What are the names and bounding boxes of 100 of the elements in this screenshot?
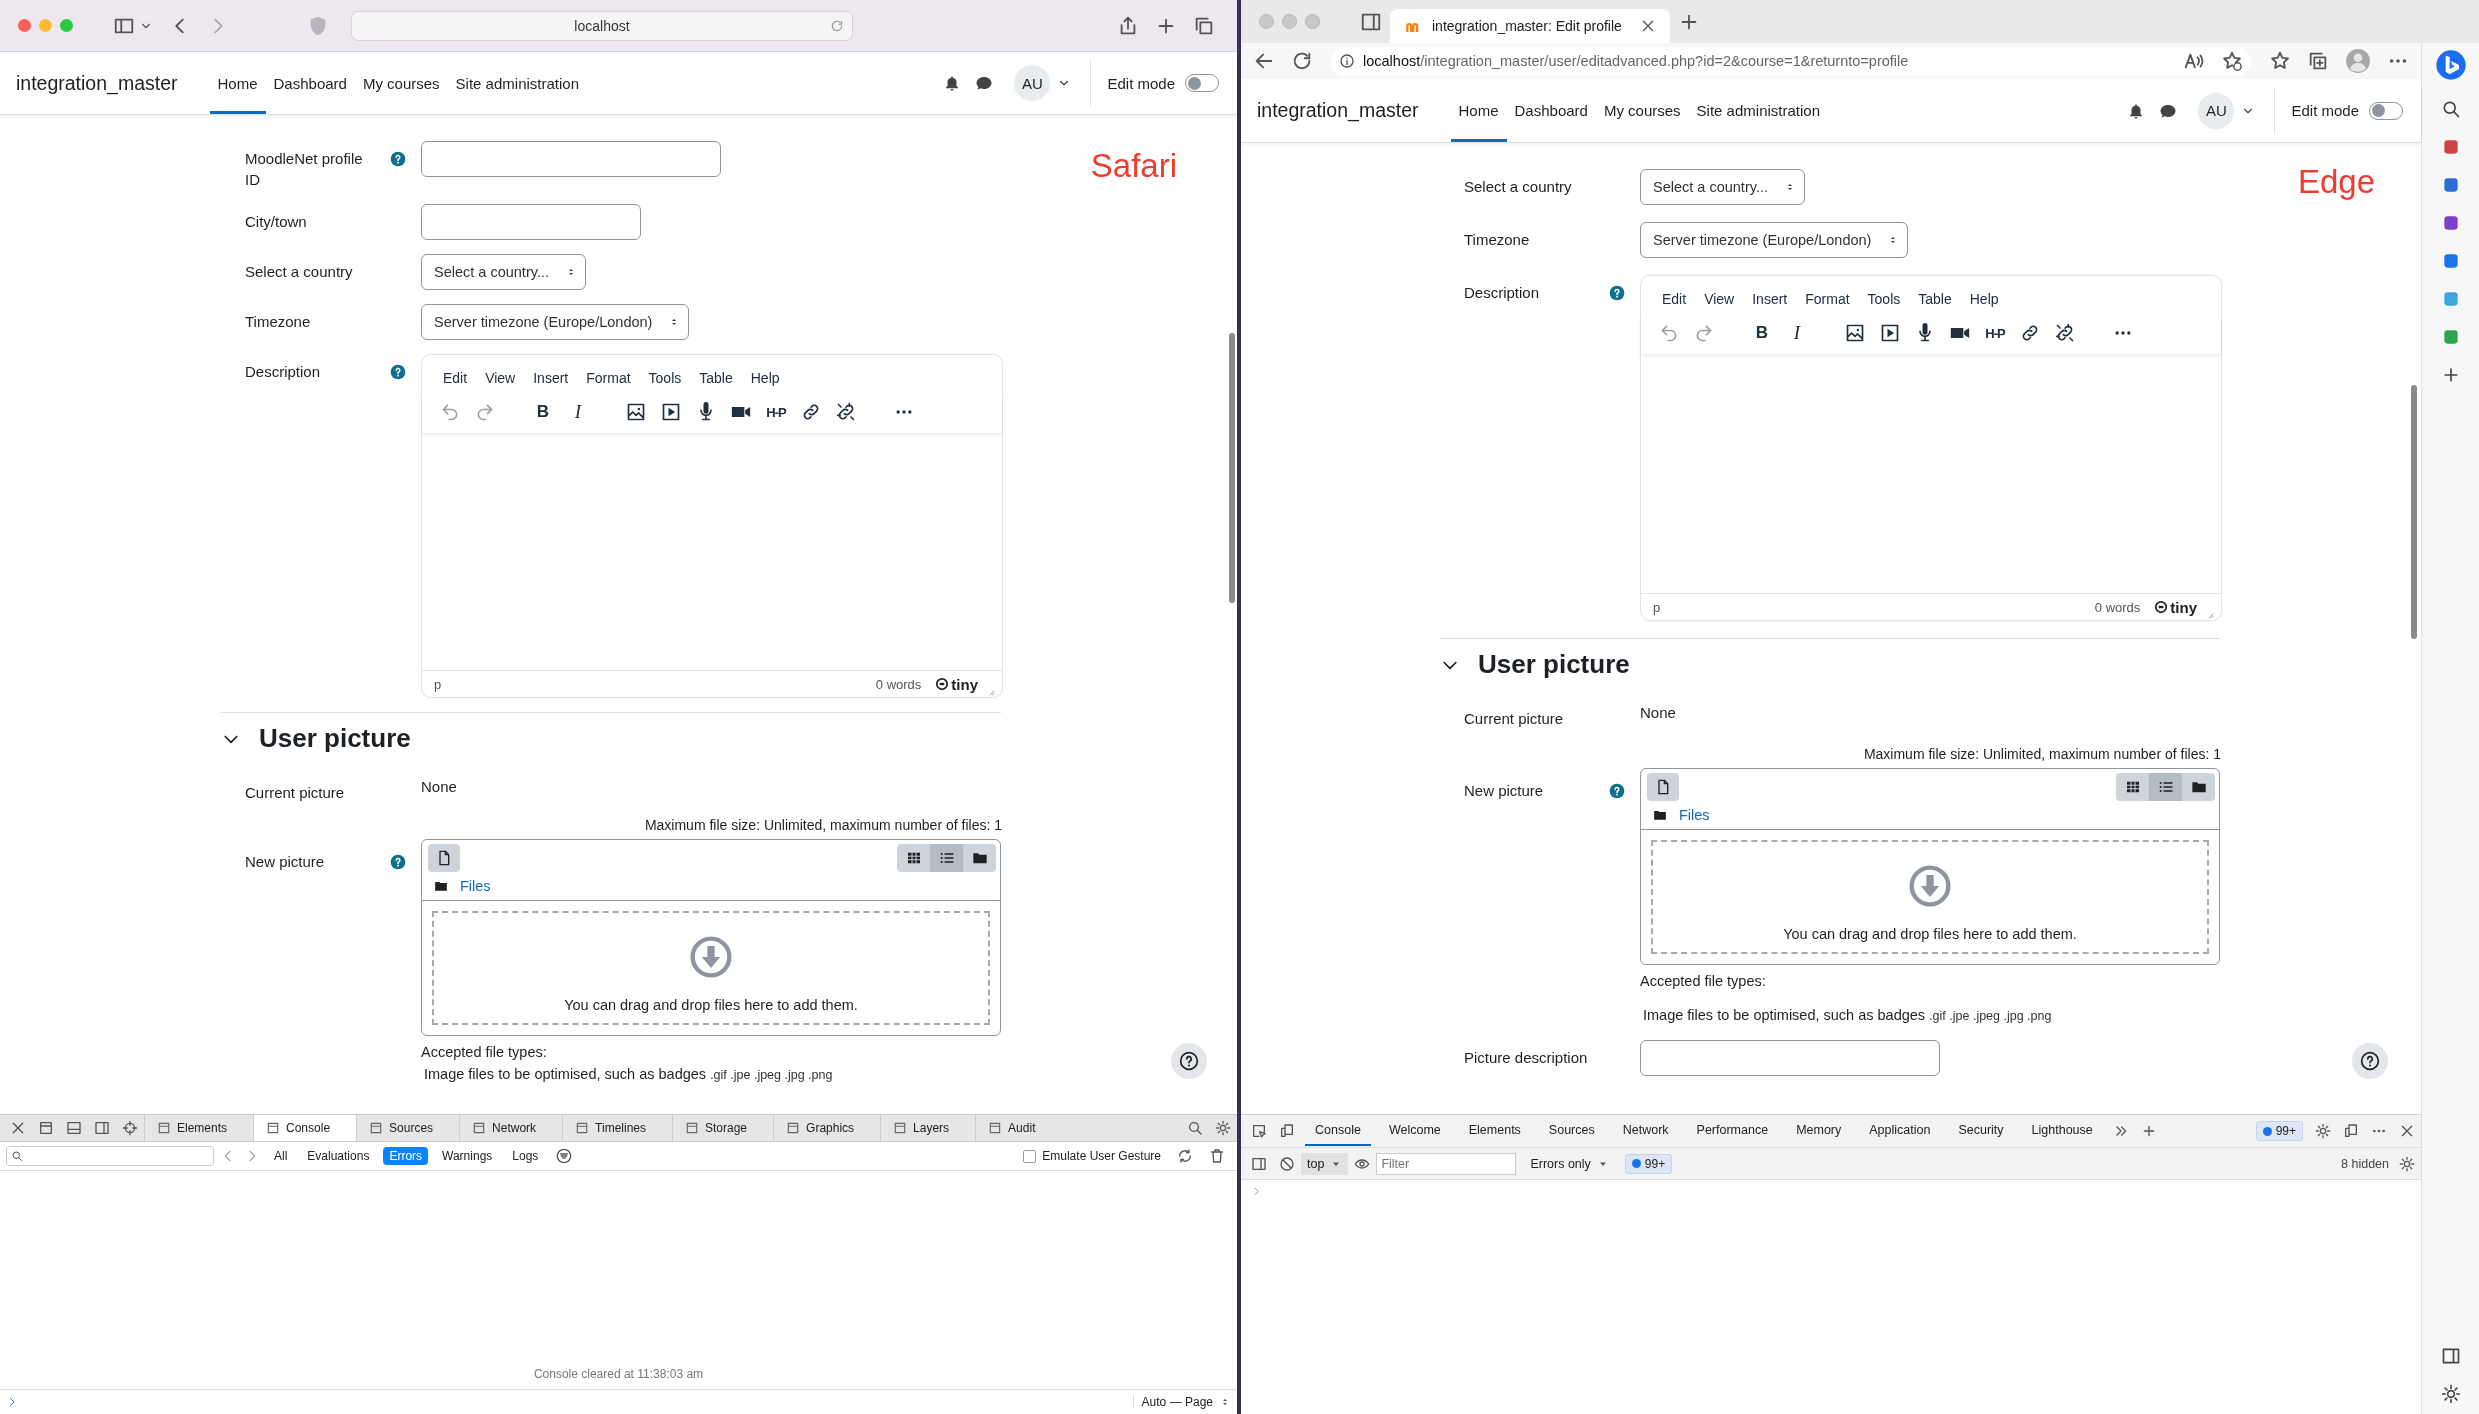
- editor-menu-item[interactable]: Insert: [526, 367, 576, 389]
- element-path[interactable]: p: [1653, 599, 1661, 615]
- help-icon[interactable]: [390, 854, 406, 870]
- text-input[interactable]: [1640, 1040, 1940, 1076]
- filter-field[interactable]: Filter: [1376, 1152, 1517, 1175]
- level-filter-button[interactable]: Warnings: [436, 1147, 499, 1165]
- help-icon[interactable]: [390, 151, 406, 167]
- image-icon[interactable]: [1845, 323, 1865, 343]
- dock-icon[interactable]: [94, 1120, 110, 1136]
- sidebar-icon[interactable]: [2440, 1346, 2461, 1366]
- drop-zone[interactable]: You can drag and drop files here to add them.: [1651, 840, 2209, 954]
- help-icon[interactable]: [390, 364, 406, 380]
- assistant-icon[interactable]: [2434, 49, 2467, 81]
- user-avatar[interactable]: AU: [2198, 92, 2235, 129]
- close-icon[interactable]: [2399, 1123, 2415, 1139]
- info-icon[interactable]: [1339, 53, 1355, 69]
- devtools-tab[interactable]: Lighthouse: [2021, 1116, 2103, 1146]
- editor-menu-item[interactable]: Edit: [436, 367, 475, 389]
- folder-link[interactable]: Files: [1679, 807, 1710, 823]
- address-bar[interactable]: localhost: [351, 10, 853, 41]
- devtools-tab[interactable]: Network: [459, 1115, 563, 1141]
- help-icon[interactable]: [1609, 783, 1625, 799]
- h5p-button[interactable]: H-P: [1985, 325, 2005, 341]
- trash-icon[interactable]: [1209, 1148, 1225, 1164]
- nav-link[interactable]: Dashboard: [1506, 79, 1596, 142]
- level-filter-button[interactable]: Evaluations: [301, 1147, 376, 1165]
- devtools-tab[interactable]: Storage: [672, 1115, 774, 1141]
- brand-logo[interactable]: tiny: [2154, 598, 2197, 616]
- help-button[interactable]: [2352, 1043, 2388, 1079]
- level-filter-button[interactable]: Logs: [506, 1147, 545, 1165]
- site-name[interactable]: integration_master: [1257, 99, 1419, 122]
- issues-badge[interactable]: 99+: [2255, 1121, 2303, 1141]
- editor-menu-item[interactable]: View: [1697, 288, 1742, 310]
- select-dropdown[interactable]: Server timezone (Europe/London): [421, 304, 690, 340]
- nav-link[interactable]: My courses: [1595, 79, 1689, 142]
- editor-menu-item[interactable]: Insert: [1745, 288, 1795, 310]
- text-input[interactable]: [421, 141, 721, 177]
- scrollbar-thumb[interactable]: [1229, 333, 1235, 603]
- editor-menu-item[interactable]: Help: [743, 367, 787, 389]
- checkbox[interactable]: [1023, 1149, 1037, 1163]
- undo-icon[interactable]: [1659, 323, 1679, 343]
- italic-button[interactable]: I: [568, 401, 588, 423]
- redo-icon[interactable]: [1694, 323, 1714, 343]
- undo-icon[interactable]: [440, 402, 460, 422]
- filter-icon[interactable]: [556, 1148, 573, 1164]
- devtools-tab[interactable]: Timelines: [562, 1115, 672, 1141]
- folder-link[interactable]: Files: [460, 878, 491, 894]
- editor-menu-item[interactable]: Tools: [641, 367, 689, 389]
- devtools-tab[interactable]: Memory: [1786, 1116, 1852, 1146]
- add-file-button[interactable]: [428, 844, 460, 872]
- editor-menu-item[interactable]: Table: [692, 367, 740, 389]
- link-icon[interactable]: [2020, 323, 2040, 343]
- editor-menu-item[interactable]: Tools: [1860, 288, 1908, 310]
- devtools-tab[interactable]: Sources: [356, 1115, 460, 1141]
- user-avatar[interactable]: AU: [1014, 65, 1051, 101]
- devtools-tab[interactable]: Welcome: [1378, 1116, 1451, 1146]
- dock-icon[interactable]: [38, 1120, 54, 1136]
- nav-link[interactable]: Home: [209, 52, 266, 114]
- nav-link[interactable]: Dashboard: [265, 52, 355, 114]
- element-path[interactable]: p: [434, 676, 442, 692]
- devtools-tab[interactable]: Console: [1305, 1116, 1371, 1146]
- link-icon[interactable]: [801, 402, 821, 422]
- select-dropdown[interactable]: Select a country...: [421, 254, 586, 290]
- crosshair-icon[interactable]: [122, 1120, 138, 1136]
- nav-link[interactable]: Home: [1450, 79, 1507, 142]
- nav-link[interactable]: Site administration: [447, 52, 587, 114]
- devtools-tab[interactable]: Console: [253, 1115, 357, 1141]
- help-icon[interactable]: [1609, 285, 1625, 301]
- search-icon[interactable]: [1187, 1120, 1203, 1136]
- play-icon[interactable]: [661, 402, 681, 422]
- reload-icon[interactable]: [1291, 50, 1313, 72]
- add-file-button[interactable]: [1647, 773, 1679, 801]
- close-icon[interactable]: [10, 1120, 26, 1136]
- italic-button[interactable]: I: [1787, 322, 1807, 344]
- collections-icon[interactable]: [2307, 50, 2329, 72]
- editor-menu-item[interactable]: Table: [1911, 288, 1959, 310]
- settings-icon[interactable]: [2399, 1155, 2415, 1172]
- context-dropdown[interactable]: top: [1301, 1152, 1349, 1175]
- nav-link[interactable]: Site administration: [1688, 79, 1828, 142]
- address-bar[interactable]: localhost/integration_master/user/editadvanced.php?id=2&course=1&returnto=profile: [1331, 46, 2251, 76]
- dock-icon[interactable]: [2343, 1123, 2359, 1139]
- settings-icon[interactable]: [1215, 1120, 1231, 1136]
- settings-icon[interactable]: [2440, 1384, 2461, 1404]
- clear-console-icon[interactable]: [1279, 1155, 1295, 1172]
- devtools-tab[interactable]: Performance: [1686, 1116, 1779, 1146]
- site-name[interactable]: integration_master: [16, 71, 178, 95]
- editor-menu-item[interactable]: Format: [579, 367, 638, 389]
- log-level-dropdown[interactable]: Errors only: [1530, 1156, 1609, 1171]
- filter-field[interactable]: [6, 1146, 214, 1166]
- sidebar-icon[interactable]: [1251, 1155, 1267, 1172]
- scrollbar-thumb[interactable]: [2411, 385, 2417, 639]
- devtools-tab[interactable]: Audit: [975, 1115, 1062, 1141]
- unlink-icon[interactable]: [2055, 323, 2075, 343]
- favorites-icon[interactable]: [2269, 50, 2291, 72]
- brand-logo[interactable]: tiny: [935, 675, 978, 693]
- level-filter-button[interactable]: Errors: [383, 1147, 429, 1165]
- device-icon[interactable]: [1279, 1123, 1295, 1139]
- select-dropdown[interactable]: Server timezone (Europe/London): [1640, 222, 1909, 258]
- devtools-tab[interactable]: Layers: [880, 1115, 976, 1141]
- settings-icon[interactable]: [2315, 1123, 2331, 1139]
